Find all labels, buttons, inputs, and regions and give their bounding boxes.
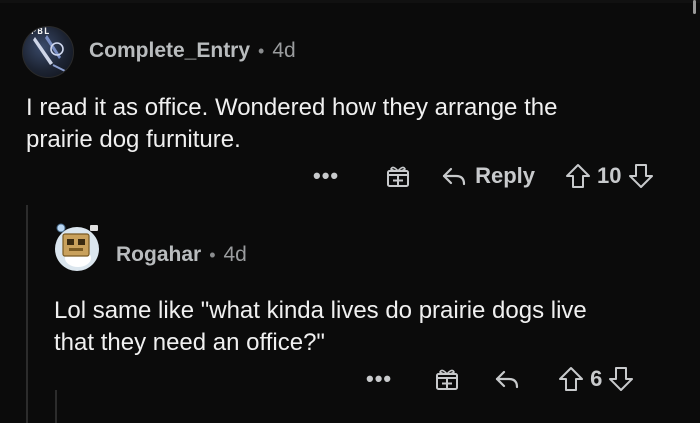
top-edge [0,0,700,3]
comment-line: prairie dog furniture. [26,126,241,153]
separator-dot: • [209,244,216,265]
nested-thread-line[interactable] [55,390,57,423]
comment-body: I read it as office. Wondered how they a… [26,92,557,156]
reply-label: Reply [475,163,536,188]
comment-actions: ••• Reply 10 [313,163,654,189]
scrollbar-thumb[interactable] [693,0,696,14]
downvote-icon [609,367,634,391]
avatar-tag: PBL [31,27,51,37]
thread-line[interactable] [26,205,28,423]
comment-body: Lol same like "what kinda lives do prair… [54,295,587,359]
comment-actions: ••• 6 [366,366,634,392]
snoo-avatar-art [55,223,99,271]
more-options-button[interactable]: ••• [313,163,339,189]
reply-button[interactable] [494,367,520,391]
comment-meta: Rogahar • 4d [116,243,247,267]
downvote-button[interactable] [628,163,654,189]
gift-icon [387,166,410,187]
comment-line: that they need an office?" [54,329,325,356]
reply-arrow-icon [496,370,519,389]
downvote-button[interactable] [608,366,634,392]
reply-button[interactable]: Reply [441,163,535,189]
upvote-icon [559,367,584,391]
avatar-complete-entry[interactable]: PBL [22,26,74,78]
upvote-button[interactable] [558,366,584,392]
avatar-rogahar[interactable] [52,222,102,272]
comment-line: Lol same like "what kinda lives do prair… [54,297,587,324]
separator-dot: • [258,40,265,61]
award-button[interactable] [385,163,411,189]
comment-line: I read it as office. Wondered how they a… [26,94,558,121]
more-options-button[interactable]: ••• [366,366,392,392]
upvote-button[interactable] [565,163,591,189]
vote-count: 10 [597,163,622,188]
username[interactable]: Rogahar [116,243,201,267]
award-button[interactable] [434,366,460,392]
upvote-icon [566,164,591,188]
timestamp: 4d [272,39,296,62]
downvote-icon [628,164,653,188]
gift-icon [436,369,459,390]
timestamp: 4d [223,243,247,266]
comment-meta: Complete_Entry • 4d [89,39,296,63]
username[interactable]: Complete_Entry [89,39,250,63]
vote-count: 6 [590,366,603,391]
reply-arrow-icon [443,167,466,186]
